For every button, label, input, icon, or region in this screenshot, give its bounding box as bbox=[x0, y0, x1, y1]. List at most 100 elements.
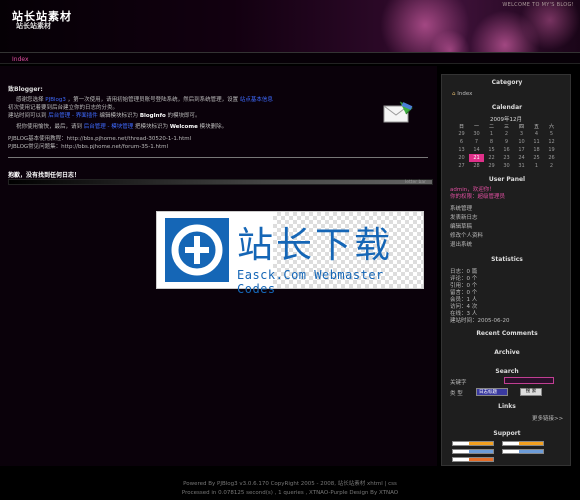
logo-english-text: Easck.Com Webmaster Codes bbox=[237, 268, 384, 296]
post-paragraph: 祝你使用愉快，最后，请到 后台管理 - 模块管理 把模块标识为 Welcome … bbox=[8, 123, 368, 131]
calendar-day[interactable]: 1 bbox=[484, 130, 499, 138]
calendar-day[interactable]: 3 bbox=[514, 130, 529, 138]
calendar-grid: 日一二三四五六 29 30 1 2 3 4 5 6 7 8 9 10 11 12 13 14 15 16 17 18 19… bbox=[454, 122, 559, 170]
calendar-day[interactable]: 6 bbox=[454, 138, 469, 146]
post-text: Welcome bbox=[169, 124, 198, 130]
archive-title: Archive bbox=[494, 349, 520, 356]
calendar-weekday: 日 bbox=[458, 123, 464, 130]
welcome-text: WELCOME TO MY'S BLOG! bbox=[502, 2, 574, 8]
calendar-day[interactable]: 2 bbox=[544, 162, 559, 170]
calendar-day[interactable]: 19 bbox=[544, 146, 559, 154]
site-settings-link[interactable]: 站点基本信息 bbox=[240, 97, 273, 103]
search-keyword-label: 关键字 bbox=[450, 380, 467, 386]
sidebar: Category ⌂ Index Calendar 2009年12月 日一二三四… bbox=[441, 74, 571, 466]
calendar-day[interactable]: 31 bbox=[514, 162, 529, 170]
post-text: 的模块即可。 bbox=[167, 113, 201, 119]
home-icon: ⌂ bbox=[452, 91, 456, 97]
calendar-day[interactable]: 8 bbox=[484, 138, 499, 146]
more-links-link[interactable]: 更多链接>> bbox=[532, 414, 563, 422]
stat-built-date: 建站时间：2005-06-20 bbox=[450, 318, 510, 324]
user-panel-link[interactable]: 系统管理 bbox=[450, 204, 472, 212]
nav-index-link[interactable]: Index bbox=[12, 56, 29, 63]
calendar-day[interactable]: 30 bbox=[499, 162, 514, 170]
modules-link[interactable]: 模块管理 bbox=[111, 124, 133, 130]
search-button[interactable]: 搜 索 bbox=[520, 388, 542, 396]
statistics-title: Statistics bbox=[491, 256, 523, 263]
post-text: - bbox=[72, 113, 75, 119]
calendar-day[interactable]: 14 bbox=[469, 146, 484, 154]
calendar-day[interactable]: 16 bbox=[499, 146, 514, 154]
calendar-weekday: 二 bbox=[488, 123, 494, 130]
support-badge[interactable] bbox=[452, 449, 494, 454]
welcome-post: 致Blogger: 感谢您选择 PJBlog3 ，第一次使用，请用初始管理员账号… bbox=[8, 84, 428, 150]
post-text: 初次使用记着要到后台建立你的日志的分类。 bbox=[8, 105, 119, 111]
calendar-day[interactable]: 28 bbox=[469, 162, 484, 170]
letter-bar: letter bar bbox=[8, 179, 433, 185]
calendar-day[interactable]: 2 bbox=[499, 130, 514, 138]
post-paragraph: 感谢您选择 PJBlog3 ，第一次使用，请用初始管理员账号登陆系统，然后到系统… bbox=[8, 96, 368, 104]
calendar-day[interactable]: 27 bbox=[454, 162, 469, 170]
support-badge[interactable] bbox=[452, 441, 494, 446]
user-panel-link[interactable]: 退出系统 bbox=[450, 240, 472, 248]
faq-link[interactable]: PJBLOG常见问题集：http://bbs.pjhome.net/forum-… bbox=[8, 143, 368, 151]
support-title: Support bbox=[493, 430, 521, 437]
calendar-day[interactable]: 29 bbox=[454, 130, 469, 138]
calendar-day[interactable]: 29 bbox=[484, 162, 499, 170]
easck-logo-icon bbox=[165, 218, 229, 282]
calendar-day[interactable]: 21 bbox=[469, 154, 484, 162]
calendar-week-row: 6 7 8 9 10 11 12 bbox=[454, 138, 559, 146]
logo-chinese-text: 站长下载 bbox=[237, 225, 394, 266]
calendar-day[interactable]: 1 bbox=[529, 162, 544, 170]
admin-link[interactable]: 后台管理 bbox=[48, 113, 70, 119]
post-text: 把模块标识为 bbox=[135, 124, 169, 130]
search-type-select[interactable]: 日志标题 bbox=[476, 388, 508, 396]
divider bbox=[8, 157, 428, 158]
calendar-day[interactable]: 23 bbox=[499, 154, 514, 162]
user-panel-link[interactable]: 编辑草稿 bbox=[450, 222, 472, 230]
calendar-day[interactable]: 30 bbox=[469, 130, 484, 138]
search-title: Search bbox=[495, 368, 519, 375]
category-item-index[interactable]: ⌂ Index bbox=[452, 91, 472, 97]
envelope-icon bbox=[383, 101, 413, 123]
recent-comments-title: Recent Comments bbox=[476, 330, 538, 337]
calendar-day[interactable]: 24 bbox=[514, 154, 529, 162]
calendar-day[interactable]: 4 bbox=[529, 130, 544, 138]
calendar-day[interactable]: 10 bbox=[514, 138, 529, 146]
calendar-day[interactable]: 20 bbox=[454, 154, 469, 162]
support-badge[interactable] bbox=[502, 441, 544, 446]
user-panel-title: User Panel bbox=[488, 176, 526, 183]
footer-processed: Processed in 0.078125 second(s) , 1 quer… bbox=[181, 490, 399, 496]
post-text: BlogInfo bbox=[139, 113, 166, 119]
post-title: 致Blogger: bbox=[8, 86, 43, 93]
plugins-link[interactable]: 界面插件 bbox=[76, 113, 98, 119]
pjblog-link[interactable]: PJBlog3 bbox=[45, 97, 66, 103]
letter-bar-label: letter bar bbox=[404, 180, 426, 185]
calendar-day[interactable]: 9 bbox=[499, 138, 514, 146]
post-text: 模块删除。 bbox=[199, 124, 228, 130]
user-panel-link[interactable]: 发表新日志 bbox=[450, 213, 478, 221]
calendar-weekday: 六 bbox=[548, 123, 554, 130]
user-panel-link[interactable]: 修改个人资料 bbox=[450, 231, 483, 239]
post-text: ，第一次使用，请用初始管理员账号登陆系统，然后到系统管理，设置 bbox=[67, 97, 239, 103]
calendar-day[interactable]: 26 bbox=[544, 154, 559, 162]
calendar-day[interactable]: 11 bbox=[529, 138, 544, 146]
calendar-day[interactable]: 15 bbox=[484, 146, 499, 154]
calendar-day[interactable]: 25 bbox=[529, 154, 544, 162]
admin-link[interactable]: 后台管理 bbox=[84, 124, 106, 130]
calendar-day[interactable]: 5 bbox=[544, 130, 559, 138]
tutorial-link[interactable]: PJBLOG基本使用教程：http://bbs.pjhome.net/threa… bbox=[8, 135, 368, 143]
calendar-day[interactable]: 17 bbox=[514, 146, 529, 154]
calendar-day[interactable]: 13 bbox=[454, 146, 469, 154]
calendar-day[interactable]: 7 bbox=[469, 138, 484, 146]
navbar: Index bbox=[0, 52, 580, 64]
search-input[interactable] bbox=[504, 377, 554, 384]
calendar-day[interactable]: 12 bbox=[544, 138, 559, 146]
calendar-weekday: 一 bbox=[473, 123, 479, 130]
site-subtitle: 站长站素材 bbox=[16, 21, 51, 30]
support-badge[interactable] bbox=[452, 457, 494, 462]
calendar-day[interactable]: 22 bbox=[484, 154, 499, 162]
support-badge[interactable] bbox=[502, 449, 544, 454]
post-body: 感谢您选择 PJBlog3 ，第一次使用，请用初始管理员账号登陆系统，然后到系统… bbox=[8, 96, 368, 151]
calendar-day[interactable]: 18 bbox=[529, 146, 544, 154]
calendar-weekday: 三 bbox=[503, 123, 509, 130]
